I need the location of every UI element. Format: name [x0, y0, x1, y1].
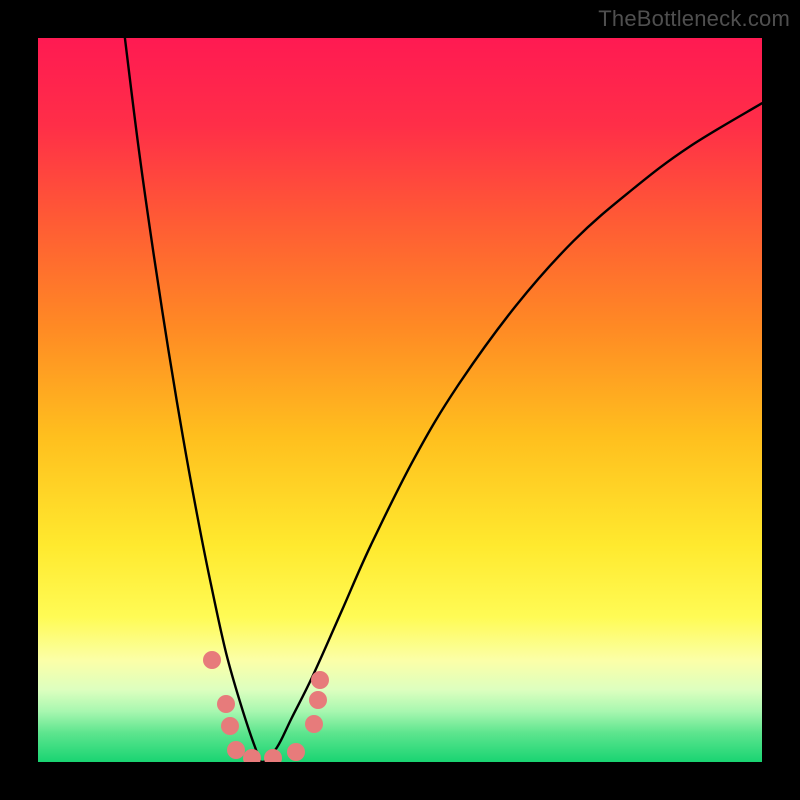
curve-marker: [217, 695, 235, 713]
curve-marker: [305, 715, 323, 733]
watermark-text: TheBottleneck.com: [598, 6, 790, 32]
bottleneck-curve: [38, 38, 762, 762]
curve-marker: [243, 749, 261, 762]
plot-area: [38, 38, 762, 762]
curve-marker: [287, 743, 305, 761]
curve-marker: [221, 717, 239, 735]
curve-marker: [227, 741, 245, 759]
curve-marker: [203, 651, 221, 669]
curve-marker: [311, 671, 329, 689]
curve-marker: [309, 691, 327, 709]
curve-marker: [264, 749, 282, 762]
chart-frame: TheBottleneck.com: [0, 0, 800, 800]
